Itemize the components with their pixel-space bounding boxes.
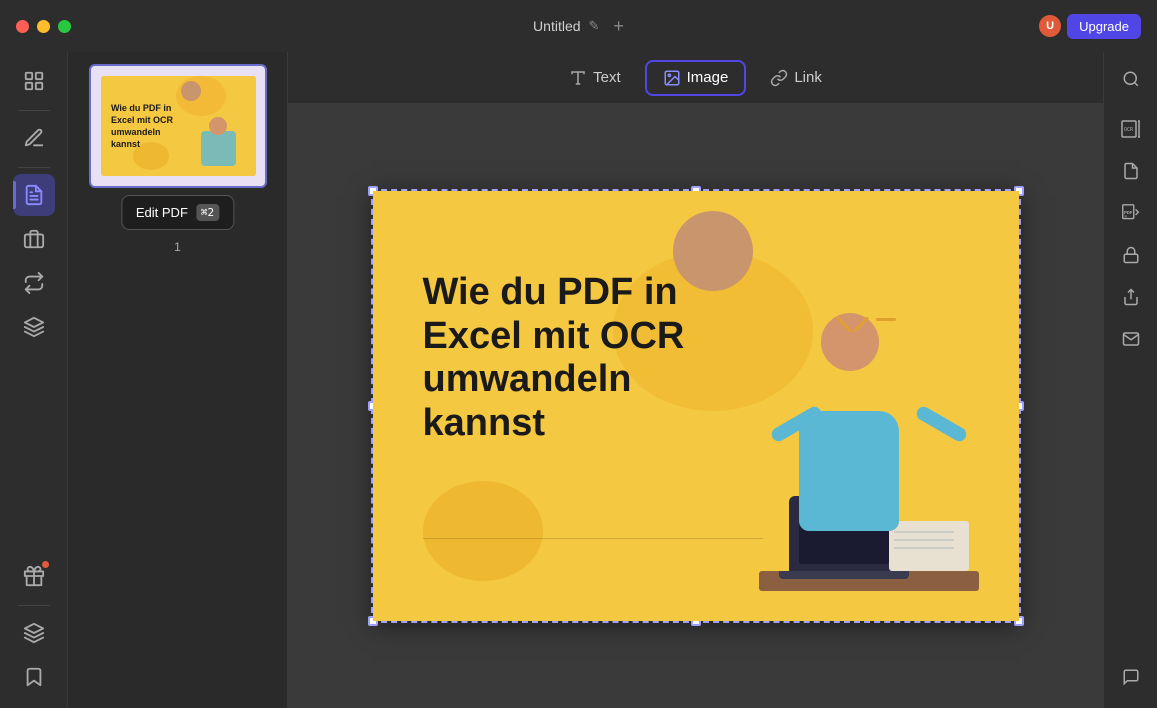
edit-title-icon[interactable]: ✎ <box>589 18 600 34</box>
main-text-line3: umwandeln <box>423 358 685 402</box>
sidebar-item-layers2[interactable] <box>13 612 55 654</box>
image-icon <box>663 69 681 87</box>
pdf-convert-icon-button[interactable]: PDF /A <box>1112 194 1150 232</box>
canvas-toolbar: Text Image <box>288 52 1103 104</box>
thumbnail-svg: Wie du PDF in Excel mit OCR umwandeln ka… <box>101 76 256 176</box>
search-icon-button[interactable] <box>1112 60 1150 98</box>
document-icon-button[interactable] <box>1112 152 1150 190</box>
svg-text:Wie du PDF in: Wie du PDF in <box>111 103 171 113</box>
traffic-lights <box>16 20 71 33</box>
sidebar-item-pen[interactable] <box>13 117 55 159</box>
titlebar: Untitled ✎ + U Upgrade <box>0 0 1157 52</box>
sidebar-divider-bottom <box>18 605 50 606</box>
main-text-line1: Wie du PDF in <box>423 271 685 315</box>
share-icon-button[interactable] <box>1112 278 1150 316</box>
sidebar-item-bookmark[interactable] <box>13 656 55 698</box>
content-divider <box>423 538 763 539</box>
person-torso <box>799 411 899 531</box>
tooltip-label: Edit PDF <box>136 205 188 220</box>
add-document-icon[interactable]: + <box>613 16 624 37</box>
sidebar-item-layers[interactable] <box>13 306 55 348</box>
arm-right <box>914 404 969 444</box>
book <box>889 521 969 576</box>
svg-text:kannst: kannst <box>111 139 140 149</box>
left-sidebar <box>0 52 68 708</box>
thumbnail-panel: Wie du PDF in Excel mit OCR umwandeln ka… <box>68 52 288 708</box>
minimize-button[interactable] <box>37 20 50 33</box>
svg-text:OCR: OCR <box>1124 127 1134 133</box>
person-illustration <box>739 251 999 591</box>
titlebar-center: Untitled ✎ + <box>533 16 624 37</box>
document-title: Untitled <box>533 18 580 34</box>
thumbnail-wrapper: Wie du PDF in Excel mit OCR umwandeln ka… <box>89 64 267 188</box>
stress-line-2 <box>876 318 896 321</box>
person-head <box>821 313 879 371</box>
chat-icon-button[interactable] <box>1112 658 1150 696</box>
text-tool-button[interactable]: Text <box>553 62 637 94</box>
stress-line-3 <box>835 316 851 332</box>
thumbnail-page-1[interactable]: Wie du PDF in Excel mit OCR umwandeln ka… <box>89 64 267 188</box>
maximize-button[interactable] <box>58 20 71 33</box>
page-content: Wie du PDF in Excel mit OCR umwandeln ka… <box>373 191 1019 621</box>
text-icon <box>569 69 587 87</box>
right-sidebar: OCR PDF /A <box>1103 52 1157 708</box>
main-text-line4: kannst <box>423 402 685 446</box>
thumbnail-image: Wie du PDF in Excel mit OCR umwandeln ka… <box>101 76 256 176</box>
sidebar-item-gift[interactable] <box>13 555 55 597</box>
sidebar-item-organize[interactable] <box>13 218 55 260</box>
user-avatar: U <box>1039 15 1061 37</box>
upgrade-button[interactable]: Upgrade <box>1067 14 1141 39</box>
sidebar-item-edit[interactable] <box>13 174 55 216</box>
main-layout: Wie du PDF in Excel mit OCR umwandeln ka… <box>0 52 1157 708</box>
close-button[interactable] <box>16 20 29 33</box>
svg-text:Excel mit OCR: Excel mit OCR <box>111 115 174 125</box>
link-tool-button[interactable]: Link <box>754 62 838 94</box>
email-icon-button[interactable] <box>1112 320 1150 358</box>
ocr-icon-button[interactable]: OCR <box>1112 110 1150 148</box>
sidebar-item-convert[interactable] <box>13 262 55 304</box>
tooltip-shortcut: ⌘2 <box>196 204 219 221</box>
main-text-line2: Excel mit OCR <box>423 315 685 359</box>
text-tool-label: Text <box>593 69 621 86</box>
image-tool-label: Image <box>687 69 729 86</box>
main-heading: Wie du PDF in Excel mit OCR umwandeln ka… <box>423 271 685 446</box>
link-icon <box>770 69 788 87</box>
stress-line-1 <box>852 316 868 332</box>
document-page[interactable]: Wie du PDF in Excel mit OCR umwandeln ka… <box>373 191 1019 621</box>
person-body <box>759 301 979 591</box>
canvas-area: Text Image <box>288 52 1103 708</box>
page-number: 1 <box>174 240 181 254</box>
link-tool-label: Link <box>794 69 822 86</box>
sidebar-item-pages[interactable] <box>13 60 55 102</box>
sidebar-divider-1 <box>18 110 50 111</box>
background-blob-2 <box>423 481 543 581</box>
lock-icon-button[interactable] <box>1112 236 1150 274</box>
gift-notification-dot <box>42 561 49 568</box>
active-indicator <box>13 181 16 209</box>
book-cover <box>889 521 969 571</box>
canvas-scroll[interactable]: Wie du PDF in Excel mit OCR umwandeln ka… <box>288 104 1103 708</box>
edit-pdf-tooltip: Edit PDF ⌘2 <box>121 195 234 230</box>
image-tool-button[interactable]: Image <box>645 60 747 96</box>
sidebar-divider-2 <box>18 167 50 168</box>
svg-text:umwandeln: umwandeln <box>111 127 161 137</box>
